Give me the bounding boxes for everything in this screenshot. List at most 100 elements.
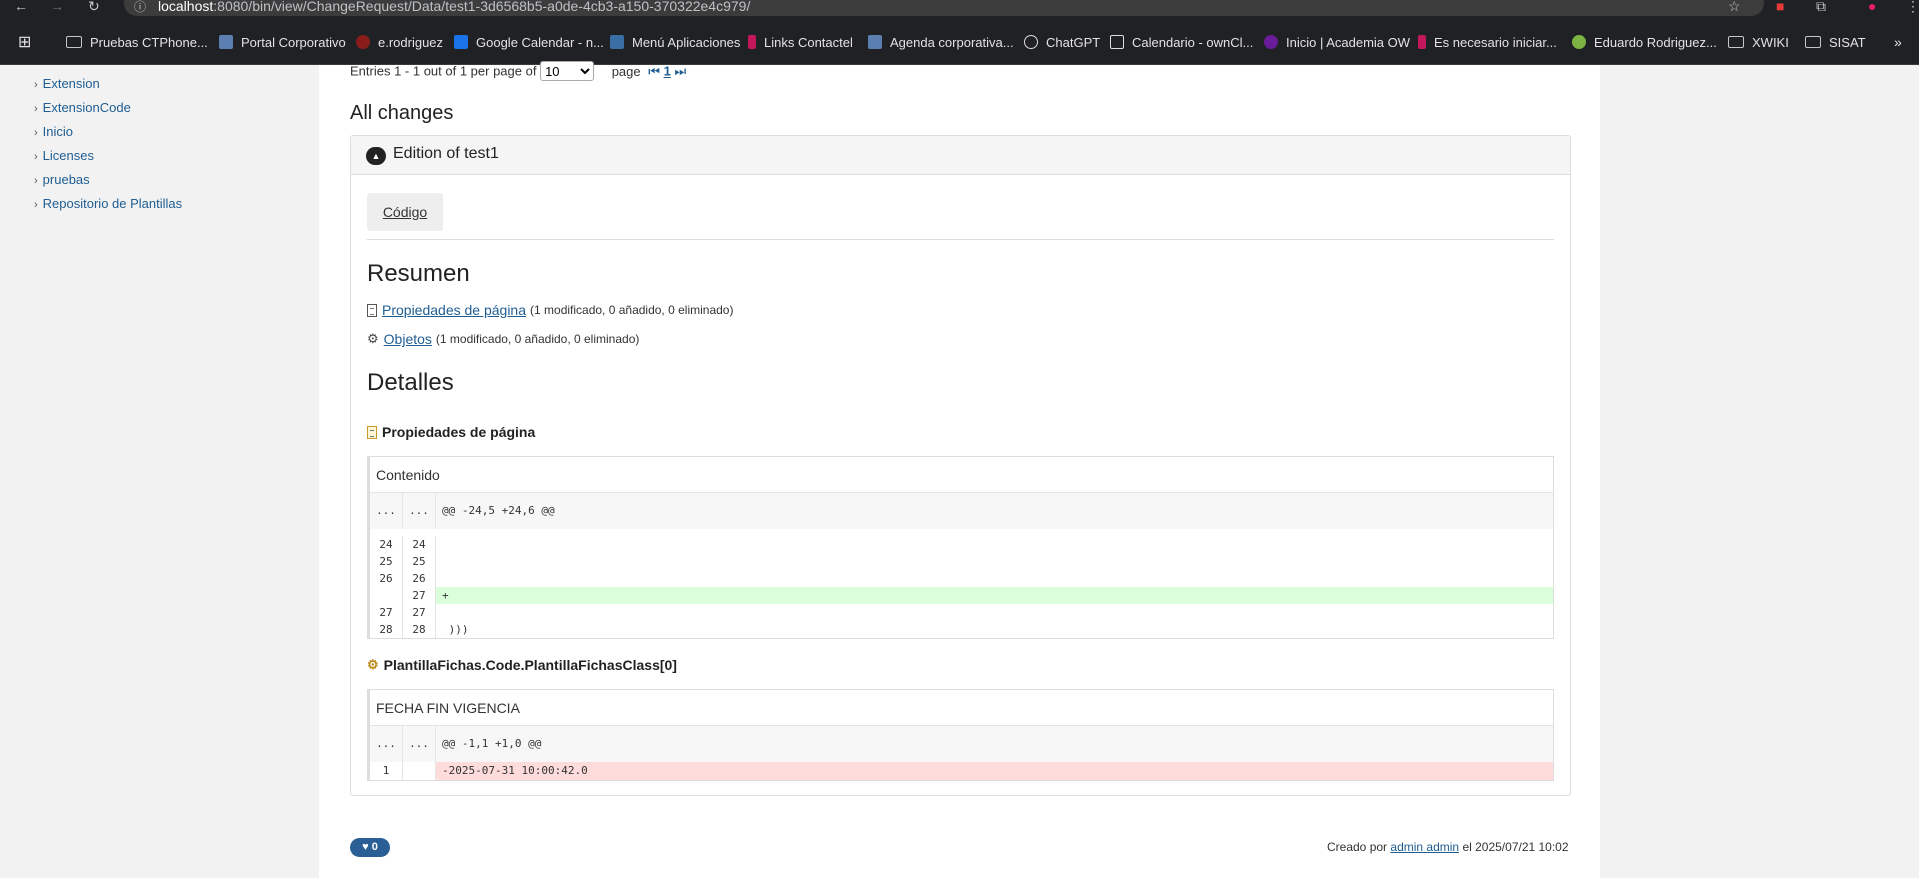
site-icon [1264, 35, 1278, 49]
tree-item-extension[interactable]: › Extension [34, 76, 100, 91]
site-icon [1418, 35, 1426, 49]
collapse-toggle-icon[interactable]: ▲ [366, 147, 386, 165]
panel-title[interactable]: Edition of test1 [393, 145, 499, 163]
tree-item-label[interactable]: ExtensionCode [43, 100, 131, 115]
diff-row-removed: 1 -2025-07-31 10:00:42.0 [370, 762, 1553, 780]
site-icon [868, 35, 882, 49]
star-icon[interactable]: ☆ [1728, 0, 1741, 15]
bookmark-12[interactable]: XWIKI [1728, 33, 1789, 51]
tree-item-repositorio[interactable]: › Repositorio de Plantillas [34, 196, 182, 211]
bookmark-label: Agenda corporativa... [890, 34, 1014, 50]
bookmark-label: Eduardo Rodriguez... [1594, 34, 1717, 50]
document-icon [367, 425, 377, 439]
summary-detail: (1 modificado, 0 añadido, 0 eliminado) [530, 303, 734, 317]
pager-entries-text: Entries 1 - 1 out of 1 per page of [350, 63, 537, 79]
diff-row: 27 27 [370, 604, 1553, 621]
right-margin [1600, 65, 1919, 878]
chevron-right-icon[interactable]: › [34, 175, 38, 187]
objects-link[interactable]: Objetos [384, 331, 432, 347]
tree-item-extensioncode[interactable]: › ExtensionCode [34, 100, 131, 115]
tree-item-label[interactable]: Inicio [43, 124, 73, 139]
url-host: localhost [158, 0, 214, 14]
site-info-icon[interactable]: ⓘ [134, 0, 146, 15]
bookmark-2[interactable]: e.rodriguez [356, 33, 443, 51]
bookmark-label: Es necesario iniciar... [1434, 34, 1557, 50]
author-link[interactable]: admin admin [1390, 840, 1459, 854]
profile-avatar-icon[interactable]: ● [1868, 0, 1876, 14]
bookmark-0[interactable]: Pruebas CTPhone... [66, 33, 208, 51]
extensions-puzzle-icon[interactable]: ⧉ [1816, 0, 1826, 15]
chevron-right-icon[interactable]: › [34, 199, 38, 211]
site-icon [1572, 35, 1586, 49]
bookmark-5[interactable]: Links Contactel [748, 33, 853, 51]
extension-icon[interactable]: ■ [1776, 0, 1784, 14]
bookmark-10[interactable]: Es necesario iniciar... [1418, 33, 1557, 51]
per-page-select[interactable]: 10 [540, 61, 595, 81]
bookmark-label: Inicio | Academia OW [1286, 34, 1411, 50]
created-prefix: Creado por [1327, 840, 1388, 854]
diff-row-added: 27 + [370, 587, 1553, 604]
bookmark-8[interactable]: Calendario - ownCl... [1110, 33, 1253, 51]
diff-field-name: FECHA FIN VIGENCIA [370, 690, 1553, 726]
page-number-link[interactable]: 1 [664, 64, 671, 79]
bookmark-7[interactable]: ChatGPT [1024, 33, 1100, 51]
tree-item-inicio[interactable]: › Inicio [34, 124, 73, 139]
heart-icon: ♥ [362, 841, 369, 853]
bookmark-1[interactable]: Portal Corporativo [219, 33, 346, 51]
calendar-icon [1110, 35, 1124, 49]
tree-item-label[interactable]: Extension [43, 76, 100, 91]
diff-contenido: Contenido ...... @@ -24,5 +24,6 @@ 24 24 2… [367, 456, 1554, 639]
bookmark-label: ChatGPT [1046, 34, 1101, 50]
bookmarks-overflow-icon[interactable]: » [1894, 33, 1902, 51]
resumen-heading: Resumen [367, 260, 470, 287]
sidebar-tree: › Extension › ExtensionCode › Inicio › Licen… [0, 65, 319, 878]
first-page-icon[interactable]: ⏮ [648, 64, 660, 79]
created-date: el 2025/07/21 10:02 [1462, 840, 1569, 854]
reload-icon[interactable]: ↻ [88, 0, 100, 15]
bookmark-6[interactable]: Agenda corporativa... [868, 33, 1014, 51]
browser-address-bar: ← → ↻ ⓘ localhost:8080/bin/view/ChangeRe… [0, 0, 1919, 17]
tree-item-label[interactable]: Licenses [43, 148, 94, 163]
calendar-icon [454, 35, 468, 49]
bookmark-13[interactable]: SISAT [1805, 33, 1866, 51]
site-icon [219, 35, 233, 49]
forward-icon[interactable]: → [50, 0, 64, 14]
diff-field-name: Contenido [370, 457, 1553, 493]
bookmark-3[interactable]: Google Calendar - n... [454, 33, 604, 51]
bookmark-11[interactable]: Eduardo Rodriguez... [1572, 33, 1717, 51]
chatgpt-icon [1024, 35, 1038, 49]
page-properties-link[interactable]: Propiedades de página [382, 302, 526, 318]
like-count: 0 [371, 841, 378, 853]
url-text[interactable]: localhost:8080/bin/view/ChangeRequest/Da… [158, 0, 750, 14]
tree-item-label[interactable]: pruebas [43, 172, 90, 187]
diff-hunk-header: ...... @@ -1,1 +1,0 @@ [370, 726, 1553, 762]
hunk-text: @@ -24,5 +24,6 @@ [442, 504, 555, 517]
chevron-right-icon[interactable]: › [34, 151, 38, 163]
chevron-right-icon[interactable]: › [34, 127, 38, 139]
panel-header[interactable]: ▲ Edition of test1 [351, 136, 1570, 175]
bookmark-label: Links Contactel [764, 34, 853, 50]
like-button[interactable]: ♥ 0 [350, 838, 390, 857]
chevron-right-icon[interactable]: › [34, 79, 38, 91]
tab-codigo[interactable]: Código [367, 193, 443, 231]
bookmarks-bar: ⊞ Pruebas CTPhone... Portal Corporativo … [0, 17, 1919, 65]
bookmark-label: Google Calendar - n... [476, 34, 604, 50]
bookmark-label: XWIKI [1752, 34, 1789, 50]
apps-grid-icon[interactable]: ⊞ [18, 33, 31, 51]
tree-item-pruebas[interactable]: › pruebas [34, 172, 90, 187]
last-page-icon[interactable]: ⏭ [674, 64, 686, 79]
divider [367, 239, 1554, 240]
bookmark-9[interactable]: Inicio | Academia OW [1264, 33, 1410, 51]
tree-item-licenses[interactable]: › Licenses [34, 148, 94, 163]
objects-icon: ⚙ [367, 331, 379, 346]
section-title-text: Propiedades de página [382, 424, 536, 440]
bookmark-4[interactable]: Menú Aplicaciones [610, 33, 740, 51]
section-object-title: ⚙ PlantillaFichas.Code.PlantillaFichasCl… [367, 657, 677, 673]
all-changes-heading: All changes [350, 102, 454, 124]
diff-row: 24 24 [370, 536, 1553, 553]
tree-item-label[interactable]: Repositorio de Plantillas [43, 196, 182, 211]
folder-icon [1728, 36, 1744, 48]
back-icon[interactable]: ← [14, 0, 28, 14]
chevron-right-icon[interactable]: › [34, 103, 38, 115]
menu-dots-icon[interactable]: ⋮ [1906, 0, 1919, 15]
